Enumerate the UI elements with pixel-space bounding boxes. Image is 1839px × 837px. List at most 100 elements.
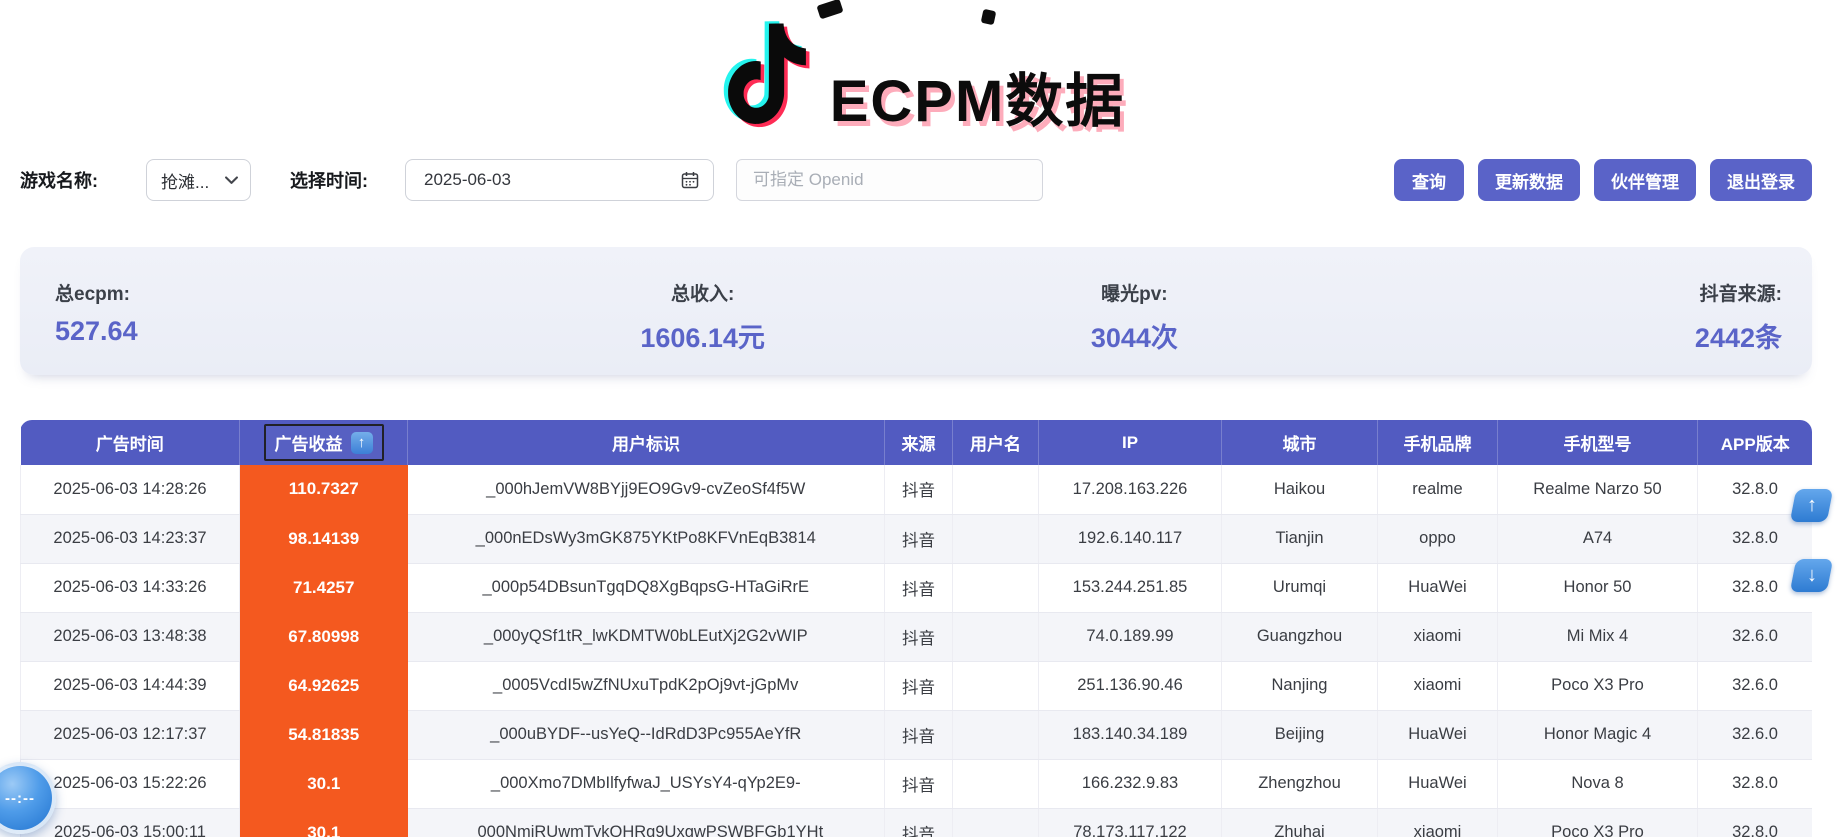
update-data-button[interactable]: 更新数据: [1478, 159, 1580, 201]
col-ad-time[interactable]: 广告时间: [21, 420, 240, 465]
query-button[interactable]: 查询: [1394, 159, 1464, 201]
cell-username: [953, 612, 1039, 661]
cell-phone-model: Poco X3 Pro: [1498, 808, 1698, 837]
cell-username: [953, 759, 1039, 808]
stats-panel: 总ecpm: 527.64 总收入: 1606.14元 曝光pv: 3044次 …: [20, 247, 1812, 375]
cell-city: Urumqi: [1222, 563, 1378, 612]
partner-management-button[interactable]: 伙伴管理: [1594, 159, 1696, 201]
col-city[interactable]: 城市: [1222, 420, 1378, 465]
openid-input[interactable]: [736, 159, 1043, 201]
cell-ad-revenue: 110.7327: [240, 465, 408, 514]
table-row[interactable]: 2025-06-03 14:23:37 98.14139 _000nEDsWy3…: [21, 514, 1813, 563]
table-row[interactable]: 2025-06-03 14:33:26 71.4257 _000p54DBsun…: [21, 563, 1813, 612]
cell-user-id: _000yQSf1tR_lwKDMTW0bLEutXj2G2vWIP: [408, 612, 885, 661]
sort-ascending-icon[interactable]: ↑: [351, 432, 373, 454]
cell-phone-model: Honor 50: [1498, 563, 1698, 612]
cell-phone-brand: realme: [1378, 465, 1498, 514]
cell-user-id: _000hJemVW8BYjj9EO9Gv9-cvZeoSf4f5W: [408, 465, 885, 514]
table-row[interactable]: 2025-06-03 13:48:38 67.80998 _000yQSf1tR…: [21, 612, 1813, 661]
cell-city: Zhuhai: [1222, 808, 1378, 837]
col-username[interactable]: 用户名: [953, 420, 1039, 465]
cell-source: 抖音: [885, 514, 953, 563]
cell-ip: 17.208.163.226: [1039, 465, 1222, 514]
cell-phone-model: A74: [1498, 514, 1698, 563]
cell-phone-brand: HuaWei: [1378, 759, 1498, 808]
stat-exposure-pv: 曝光pv: 3044次: [919, 279, 1351, 375]
cell-phone-model: Honor Magic 4: [1498, 710, 1698, 759]
game-select[interactable]: 抢滩...: [146, 159, 251, 201]
cell-phone-model: Realme Narzo 50: [1498, 465, 1698, 514]
stat-label: 总ecpm:: [55, 279, 487, 306]
cell-user-id: _000NmjRUwmTykQHRq9UxgwPSWBFGb1YHt: [408, 808, 885, 837]
logout-button[interactable]: 退出登录: [1710, 159, 1812, 201]
cell-username: [953, 465, 1039, 514]
scroll-bottom-button[interactable]: ↓: [1790, 559, 1833, 592]
cell-app-version: 32.6.0: [1698, 612, 1813, 661]
cell-city: Nanjing: [1222, 661, 1378, 710]
cell-username: [953, 808, 1039, 837]
revenue-sort-control[interactable]: 广告收益 ↑: [264, 424, 384, 461]
cell-app-version: 32.6.0: [1698, 710, 1813, 759]
date-input[interactable]: 2025-06-03: [405, 159, 714, 201]
table-row[interactable]: 2025-06-03 14:44:39 64.92625 _0005VcdI5w…: [21, 661, 1813, 710]
cell-phone-model: Poco X3 Pro: [1498, 661, 1698, 710]
cell-app-version: 32.6.0: [1698, 661, 1813, 710]
page-title: ECPM数据: [830, 70, 1126, 134]
clock-text: --:--: [5, 790, 35, 807]
cell-app-version: 32.8.0: [1698, 759, 1813, 808]
col-phone-model[interactable]: 手机型号: [1498, 420, 1698, 465]
stat-value: 2442条: [1350, 316, 1782, 355]
table-row[interactable]: 2025-06-03 15:00:11 30.1 _000NmjRUwmTykQ…: [21, 808, 1813, 837]
cell-source: 抖音: [885, 710, 953, 759]
cell-phone-brand: HuaWei: [1378, 563, 1498, 612]
col-ip[interactable]: IP: [1039, 420, 1222, 465]
stat-value: 527.64: [55, 316, 487, 347]
stat-value: 1606.14元: [487, 316, 919, 355]
col-user-id[interactable]: 用户标识: [408, 420, 885, 465]
col-source[interactable]: 来源: [885, 420, 953, 465]
cell-ad-revenue: 67.80998: [240, 612, 408, 661]
cell-source: 抖音: [885, 465, 953, 514]
arrow-up-icon: ↑: [1807, 494, 1817, 517]
table-row[interactable]: 2025-06-03 12:17:37 54.81835 _000uBYDF--…: [21, 710, 1813, 759]
cell-ad-revenue: 30.1: [240, 808, 408, 837]
scroll-top-button[interactable]: ↑: [1790, 489, 1833, 522]
cell-phone-model: Mi Mix 4: [1498, 612, 1698, 661]
col-app-version[interactable]: APP版本: [1698, 420, 1813, 465]
cell-user-id: _000Xmo7DMbIlfyfwaJ_USYsY4-qYp2E9-: [408, 759, 885, 808]
col-phone-brand[interactable]: 手机品牌: [1378, 420, 1498, 465]
calendar-icon: [681, 171, 699, 189]
stat-label: 总收入:: [487, 279, 919, 306]
cell-ip: 251.136.90.46: [1039, 661, 1222, 710]
cell-source: 抖音: [885, 612, 953, 661]
cell-user-id: _0005VcdI5wZfNUxuTpdK2pOj9vt-jGpMv: [408, 661, 885, 710]
cell-ip: 153.244.251.85: [1039, 563, 1222, 612]
tiktok-logo-icon: [714, 16, 820, 134]
table-row[interactable]: 2025-06-03 14:28:26 110.7327 _000hJemVW8…: [21, 465, 1813, 514]
cell-username: [953, 514, 1039, 563]
cell-user-id: _000nEDsWy3mGK875YKtPo8KFVnEqB3814: [408, 514, 885, 563]
cell-username: [953, 563, 1039, 612]
cell-phone-brand: xiaomi: [1378, 612, 1498, 661]
cell-app-version: 32.8.0: [1698, 808, 1813, 837]
cell-ad-time: 2025-06-03 14:44:39: [21, 661, 240, 710]
cell-ad-time: 2025-06-03 13:48:38: [21, 612, 240, 661]
cell-user-id: _000uBYDF--usYeQ--IdRdD3Pc955AeYfR: [408, 710, 885, 759]
cell-ad-time: 2025-06-03 14:23:37: [21, 514, 240, 563]
col-ad-revenue[interactable]: 广告收益 ↑: [240, 420, 408, 465]
cell-phone-brand: xiaomi: [1378, 661, 1498, 710]
stat-value: 3044次: [919, 316, 1351, 355]
header: ECPM数据: [0, 14, 1839, 134]
cell-ad-revenue: 54.81835: [240, 710, 408, 759]
stat-total-revenue: 总收入: 1606.14元: [487, 279, 919, 375]
ecpm-dashboard: ECPM数据 游戏名称: 抢滩... 选择时间: 2025-06-03 查: [0, 0, 1839, 837]
table-row[interactable]: 2025-06-03 15:22:26 30.1 _000Xmo7DMbIlfy…: [21, 759, 1813, 808]
cell-ip: 192.6.140.117: [1039, 514, 1222, 563]
cell-city: Tianjin: [1222, 514, 1378, 563]
stat-label: 曝光pv:: [919, 279, 1351, 306]
cell-source: 抖音: [885, 563, 953, 612]
filter-bar: 游戏名称: 抢滩... 选择时间: 2025-06-03 查询 更新数据: [0, 158, 1839, 202]
cell-city: Beijing: [1222, 710, 1378, 759]
cell-ad-revenue: 64.92625: [240, 661, 408, 710]
select-time-label: 选择时间:: [290, 167, 368, 193]
